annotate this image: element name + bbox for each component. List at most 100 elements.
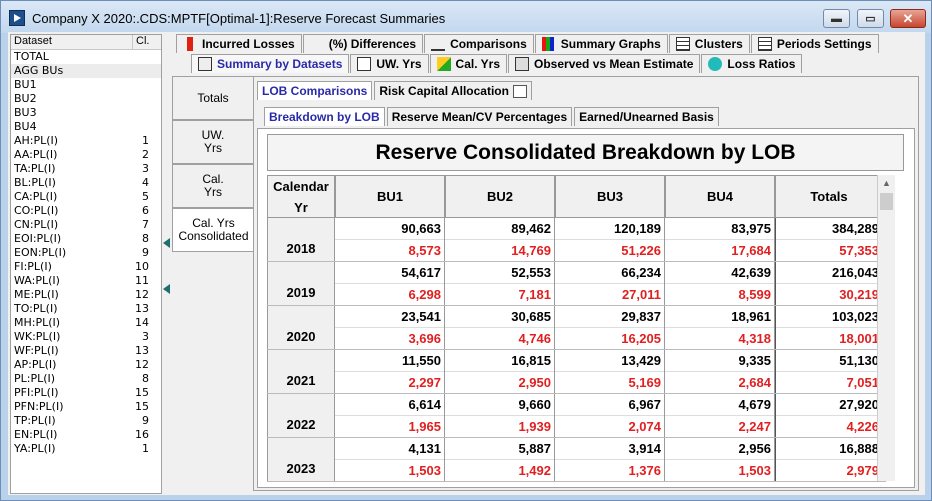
value-cell[interactable]: 54,617 bbox=[335, 262, 444, 284]
value-cell[interactable]: 5,887 bbox=[445, 438, 554, 460]
tab-summary-by-datasets[interactable]: Summary by Datasets bbox=[191, 54, 350, 73]
dataset-row[interactable]: CN:PL(I) 7 bbox=[11, 218, 161, 232]
subtab-lob-comparisons[interactable]: LOB Comparisons bbox=[257, 81, 373, 100]
year-label[interactable]: 2018 bbox=[267, 218, 335, 261]
dataset-row[interactable]: BU3 bbox=[11, 106, 161, 120]
dataset-row[interactable]: AGG BUs bbox=[11, 64, 161, 78]
dataset-row[interactable]: WF:PL(I) 13 bbox=[11, 344, 161, 358]
vertical-scrollbar[interactable]: ▲ bbox=[877, 175, 895, 481]
nav-item-cal-yrs[interactable]: Cal. Yrs bbox=[172, 164, 254, 208]
dataset-row[interactable]: ME:PL(I) 12 bbox=[11, 288, 161, 302]
dataset-row[interactable]: WA:PL(I) 11 bbox=[11, 274, 161, 288]
secondary-value-cell[interactable]: 57,353 bbox=[776, 240, 882, 262]
dataset-row[interactable]: PFN:PL(I) 15 bbox=[11, 400, 161, 414]
column-header-bu1[interactable]: BU1 bbox=[335, 175, 445, 218]
value-cell[interactable]: 51,130 bbox=[776, 350, 882, 372]
column-header-bu2[interactable]: BU2 bbox=[445, 175, 555, 218]
secondary-value-cell[interactable]: 2,297 bbox=[335, 372, 444, 394]
secondary-value-cell[interactable]: 16,205 bbox=[555, 328, 664, 350]
dataset-row[interactable]: WK:PL(I) 3 bbox=[11, 330, 161, 344]
secondary-value-cell[interactable]: 7,051 bbox=[776, 372, 882, 394]
tab-observed-vs-mean-estimate[interactable]: Observed vs Mean Estimate bbox=[508, 54, 701, 73]
value-cell[interactable]: 4,679 bbox=[665, 394, 774, 416]
value-cell[interactable]: 90,663 bbox=[335, 218, 444, 240]
value-cell[interactable]: 30,685 bbox=[445, 306, 554, 328]
dataset-row[interactable]: PFI:PL(I) 15 bbox=[11, 386, 161, 400]
secondary-value-cell[interactable]: 2,684 bbox=[665, 372, 774, 394]
secondary-value-cell[interactable]: 1,965 bbox=[335, 416, 444, 438]
tab-loss-ratios[interactable]: Loss Ratios bbox=[701, 54, 803, 73]
value-cell[interactable]: 3,914 bbox=[555, 438, 664, 460]
value-cell[interactable]: 29,837 bbox=[555, 306, 664, 328]
secondary-value-cell[interactable]: 4,226 bbox=[776, 416, 882, 438]
value-cell[interactable]: 11,550 bbox=[335, 350, 444, 372]
secondary-value-cell[interactable]: 30,219 bbox=[776, 284, 882, 306]
value-cell[interactable]: 4,131 bbox=[335, 438, 444, 460]
value-cell[interactable]: 66,234 bbox=[555, 262, 664, 284]
value-cell[interactable]: 23,541 bbox=[335, 306, 444, 328]
secondary-value-cell[interactable]: 8,573 bbox=[335, 240, 444, 262]
dataset-row[interactable]: MH:PL(I) 14 bbox=[11, 316, 161, 330]
secondary-value-cell[interactable]: 6,298 bbox=[335, 284, 444, 306]
secondary-value-cell[interactable]: 1,376 bbox=[555, 460, 664, 482]
dataset-row[interactable]: CA:PL(I) 5 bbox=[11, 190, 161, 204]
value-cell[interactable]: 2,956 bbox=[665, 438, 774, 460]
subtab-breakdown-by-lob[interactable]: Breakdown by LOB bbox=[264, 107, 385, 126]
tab-comparisons[interactable]: Comparisons bbox=[424, 34, 534, 53]
value-cell[interactable]: 216,043 bbox=[776, 262, 882, 284]
tab-differences[interactable]: (%) Differences bbox=[302, 34, 424, 53]
dataset-row[interactable]: AH:PL(I) 1 bbox=[11, 134, 161, 148]
dataset-row[interactable]: BL:PL(I) 4 bbox=[11, 176, 161, 190]
value-cell[interactable]: 9,335 bbox=[665, 350, 774, 372]
tab-periods-settings[interactable]: Periods Settings bbox=[750, 34, 879, 53]
year-label[interactable]: 2022 bbox=[267, 394, 335, 437]
minimize-button[interactable]: ▬ bbox=[823, 9, 850, 28]
year-label[interactable]: 2021 bbox=[267, 350, 335, 393]
secondary-value-cell[interactable]: 17,684 bbox=[665, 240, 774, 262]
dataset-row[interactable]: TP:PL(I) 9 bbox=[11, 414, 161, 428]
dataset-row[interactable]: TO:PL(I) 13 bbox=[11, 302, 161, 316]
secondary-value-cell[interactable]: 1,503 bbox=[665, 460, 774, 482]
secondary-value-cell[interactable]: 2,074 bbox=[555, 416, 664, 438]
nav-item-uw-yrs[interactable]: UW. Yrs bbox=[172, 120, 254, 164]
year-column-header[interactable]: Calendar Yr bbox=[267, 175, 335, 218]
year-label[interactable]: 2023 bbox=[267, 438, 335, 481]
value-cell[interactable]: 103,023 bbox=[776, 306, 882, 328]
dataset-row[interactable]: TA:PL(I) 3 bbox=[11, 162, 161, 176]
year-label[interactable]: 2019 bbox=[267, 262, 335, 305]
dataset-list[interactable]: Dataset Cl. TOTAL AGG BUs BU1 BU2 BU3 BU4 AH:P… bbox=[10, 34, 162, 494]
secondary-value-cell[interactable]: 27,011 bbox=[555, 284, 664, 306]
secondary-value-cell[interactable]: 51,226 bbox=[555, 240, 664, 262]
dataset-row[interactable]: BU4 bbox=[11, 120, 161, 134]
secondary-value-cell[interactable]: 4,318 bbox=[665, 328, 774, 350]
scroll-up-icon[interactable]: ▲ bbox=[878, 175, 895, 192]
secondary-value-cell[interactable]: 3,696 bbox=[335, 328, 444, 350]
value-cell[interactable]: 6,614 bbox=[335, 394, 444, 416]
maximize-button[interactable]: ▭ bbox=[857, 9, 884, 28]
secondary-value-cell[interactable]: 2,247 bbox=[665, 416, 774, 438]
secondary-value-cell[interactable]: 18,001 bbox=[776, 328, 882, 350]
subtab-reserve-mean-cv-percentages[interactable]: Reserve Mean/CV Percentages bbox=[386, 107, 573, 126]
value-cell[interactable]: 120,189 bbox=[555, 218, 664, 240]
secondary-value-cell[interactable]: 4,746 bbox=[445, 328, 554, 350]
secondary-value-cell[interactable]: 2,979 bbox=[776, 460, 882, 482]
nav-item-totals[interactable]: Totals bbox=[172, 76, 254, 120]
tab-summary-graphs[interactable]: Summary Graphs bbox=[534, 34, 668, 53]
value-cell[interactable]: 52,553 bbox=[445, 262, 554, 284]
close-button[interactable]: ✕ bbox=[890, 9, 926, 28]
dataset-row[interactable]: EN:PL(I) 16 bbox=[11, 428, 161, 442]
value-cell[interactable]: 16,815 bbox=[445, 350, 554, 372]
column-header-bu4[interactable]: BU4 bbox=[665, 175, 775, 218]
dataset-row[interactable]: PL:PL(I) 8 bbox=[11, 372, 161, 386]
dataset-row[interactable]: FI:PL(I) 10 bbox=[11, 260, 161, 274]
cl-column-header[interactable]: Cl. bbox=[133, 35, 161, 49]
column-header-totals[interactable]: Totals bbox=[775, 175, 883, 218]
dataset-row[interactable]: CO:PL(I) 6 bbox=[11, 204, 161, 218]
column-header-bu3[interactable]: BU3 bbox=[555, 175, 665, 218]
tab-cal-yrs[interactable]: Cal. Yrs bbox=[429, 54, 508, 73]
value-cell[interactable]: 16,888 bbox=[776, 438, 882, 460]
secondary-value-cell[interactable]: 7,181 bbox=[445, 284, 554, 306]
tab-clusters[interactable]: Clusters bbox=[668, 34, 750, 53]
secondary-value-cell[interactable]: 1,503 bbox=[335, 460, 444, 482]
secondary-value-cell[interactable]: 5,169 bbox=[555, 372, 664, 394]
